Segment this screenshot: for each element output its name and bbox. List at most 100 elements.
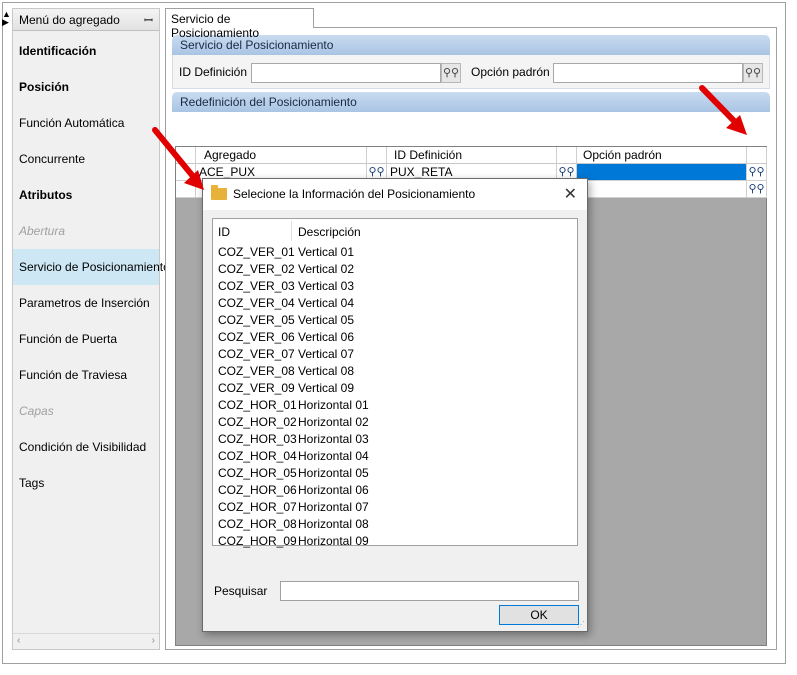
list-item-id: COZ_VER_01 — [218, 245, 295, 259]
sidebar-item[interactable]: Función de Traviesa — [13, 357, 159, 393]
id-definicion-input[interactable] — [251, 63, 441, 83]
search-input[interactable] — [280, 581, 579, 601]
list-item[interactable]: COZ_VER_02 Vertical 02 — [213, 260, 577, 277]
list-header: ID Descripción — [213, 219, 577, 243]
list-item-descripcion: Horizontal 08 — [298, 517, 369, 531]
list-rows: COZ_VER_01 Vertical 01 COZ_VER_02 Vertical … — [213, 243, 577, 549]
list-item[interactable]: COZ_HOR_04 Horizontal 04 — [213, 447, 577, 464]
opcion-padron-input[interactable] — [553, 63, 743, 83]
list-item-descripcion: Horizontal 05 — [298, 466, 369, 480]
list-item[interactable]: COZ_HOR_07 Horizontal 07 — [213, 498, 577, 515]
list-item-id: COZ_HOR_04 — [218, 449, 297, 463]
list-item-id: COZ_VER_07 — [218, 347, 295, 361]
list-item[interactable]: COZ_HOR_05 Horizontal 05 — [213, 464, 577, 481]
row-header-corner — [176, 147, 196, 164]
list-item-descripcion: Vertical 06 — [298, 330, 355, 344]
list-item-descripcion: Horizontal 04 — [298, 449, 369, 463]
list-item[interactable]: COZ_VER_03 Vertical 03 — [213, 277, 577, 294]
group-header-redefinicion: Redefinición del Posicionamiento — [172, 92, 770, 112]
list-item[interactable]: COZ_VER_09 Vertical 09 — [213, 379, 577, 396]
sidebar-item[interactable]: Servicio de Posicionamiento — [13, 249, 170, 285]
collapse-arrows-icon[interactable]: ▲ ▶ — [2, 10, 12, 27]
list-item[interactable]: COZ_VER_05 Vertical 05 — [213, 311, 577, 328]
column-header-id-definicion[interactable]: ID Definición — [387, 147, 557, 164]
sidebar-scrollbar[interactable]: ‹ › — [13, 633, 159, 649]
options-list[interactable]: ID Descripción COZ_VER_01 Vertical 01 COZ_… — [212, 218, 578, 549]
list-item-id: COZ_VER_05 — [218, 313, 295, 327]
row-header[interactable] — [176, 181, 196, 198]
list-item-id: COZ_HOR_09 — [218, 534, 297, 548]
list-item[interactable]: COZ_HOR_02 Horizontal 02 — [213, 413, 577, 430]
list-item[interactable]: COZ_VER_07 Vertical 07 — [213, 345, 577, 362]
binoculars-icon[interactable]: ⚲⚲ — [747, 181, 767, 198]
list-item[interactable]: COZ_VER_08 Vertical 08 — [213, 362, 577, 379]
sidebar-item[interactable]: Función Automática — [13, 105, 159, 141]
list-item-descripcion: Vertical 04 — [298, 296, 355, 310]
folder-icon — [211, 185, 227, 200]
binoculars-icon[interactable]: ⚲⚲ — [747, 164, 767, 181]
list-item-id: COZ_VER_03 — [218, 279, 295, 293]
list-item-descripcion: Horizontal 06 — [298, 483, 369, 497]
ok-button[interactable]: OK — [499, 605, 579, 625]
select-dialog: Selecione la Información del Posicionami… — [202, 178, 588, 632]
tab-servicio-posicionamiento[interactable]: Servicio de Posicionamiento — [165, 8, 314, 40]
list-item[interactable]: COZ_HOR_01 Horizontal 01 — [213, 396, 577, 413]
sidebar-item[interactable]: Identificación — [13, 33, 159, 69]
binoculars-icon[interactable]: ⚲⚲ — [441, 63, 461, 83]
list-item-id: COZ_HOR_06 — [218, 483, 297, 497]
resize-grip-icon[interactable]: ⋰ — [577, 620, 585, 629]
tab-label: Servicio de Posicionamiento — [171, 12, 260, 40]
sidebar-item[interactable]: Posición — [13, 69, 159, 105]
sidebar-item[interactable]: Tags — [13, 465, 159, 501]
list-item-id: COZ_HOR_05 — [218, 466, 297, 480]
column-header-btn — [367, 147, 387, 164]
cell-opcion-padron-selected[interactable] — [577, 164, 747, 181]
close-icon[interactable]: ✕ — [564, 184, 577, 204]
sidebar-item[interactable]: Atributos — [13, 177, 159, 213]
opcion-padron-label: Opción padrón — [471, 65, 550, 79]
sidebar-item[interactable]: Función de Puerta — [13, 321, 159, 357]
sidebar-item[interactable]: Parametros de Inserción — [13, 285, 159, 321]
column-separator[interactable] — [291, 221, 292, 241]
list-item[interactable]: COZ_HOR_09 Horizontal 09 — [213, 532, 577, 549]
column-header-btn — [557, 147, 577, 164]
cell-opcion-padron[interactable] — [577, 181, 747, 198]
sidebar-item: Abertura — [19, 224, 66, 238]
list-item-descripcion: Vertical 07 — [298, 347, 355, 361]
list-item[interactable]: COZ_HOR_06 Horizontal 06 — [213, 481, 577, 498]
list-item-id: COZ_VER_04 — [218, 296, 295, 310]
column-header-id[interactable]: ID — [218, 225, 230, 239]
list-item-descripcion: Vertical 02 — [298, 262, 355, 276]
list-item-descripcion: Vertical 05 — [298, 313, 355, 327]
scroll-right-icon[interactable]: › — [152, 635, 155, 646]
dialog-title: Selecione la Información del Posicionami… — [233, 187, 476, 201]
list-item-descripcion: Horizontal 01 — [298, 398, 369, 412]
group-body-servicio: ID Definición ⚲⚲ Opción padrón ⚲⚲ — [172, 55, 770, 89]
dialog-titlebar[interactable]: Selecione la Información del Posicionami… — [203, 179, 587, 210]
list-item-descripcion: Horizontal 03 — [298, 432, 369, 446]
group-title: Servicio del Posicionamiento — [180, 38, 334, 52]
list-item[interactable]: COZ_VER_06 Vertical 06 — [213, 328, 577, 345]
list-item-id: COZ_VER_02 — [218, 262, 295, 276]
list-item[interactable]: COZ_VER_04 Vertical 04 — [213, 294, 577, 311]
list-item-id: COZ_HOR_08 — [218, 517, 297, 531]
list-item-id: COZ_HOR_07 — [218, 500, 297, 514]
list-item-id: COZ_VER_08 — [218, 364, 295, 378]
list-item[interactable]: COZ_HOR_03 Horizontal 03 — [213, 430, 577, 447]
binoculars-icon[interactable]: ⚲⚲ — [743, 63, 763, 83]
column-header-descripcion[interactable]: Descripción — [298, 225, 361, 239]
row-header[interactable] — [176, 164, 196, 181]
list-item[interactable]: COZ_HOR_08 Horizontal 08 — [213, 515, 577, 532]
scroll-left-icon[interactable]: ‹ — [17, 635, 20, 646]
pin-icon[interactable]: ꟷ — [144, 13, 153, 28]
list-item[interactable]: COZ_VER_01 Vertical 01 — [213, 243, 577, 260]
list-item-descripcion: Vertical 03 — [298, 279, 355, 293]
sidebar-item[interactable]: Concurrente — [13, 141, 159, 177]
group-title: Redefinición del Posicionamiento — [180, 95, 357, 109]
column-header-agregado[interactable]: Agregado — [196, 147, 367, 164]
sidebar-item: Capas — [19, 404, 54, 418]
list-item-descripcion: Vertical 01 — [298, 245, 355, 259]
column-header-opcion-padron[interactable]: Opción padrón — [577, 147, 747, 164]
list-item-descripcion: Vertical 08 — [298, 364, 355, 378]
sidebar-item[interactable]: Condición de Visibilidad — [13, 429, 159, 465]
